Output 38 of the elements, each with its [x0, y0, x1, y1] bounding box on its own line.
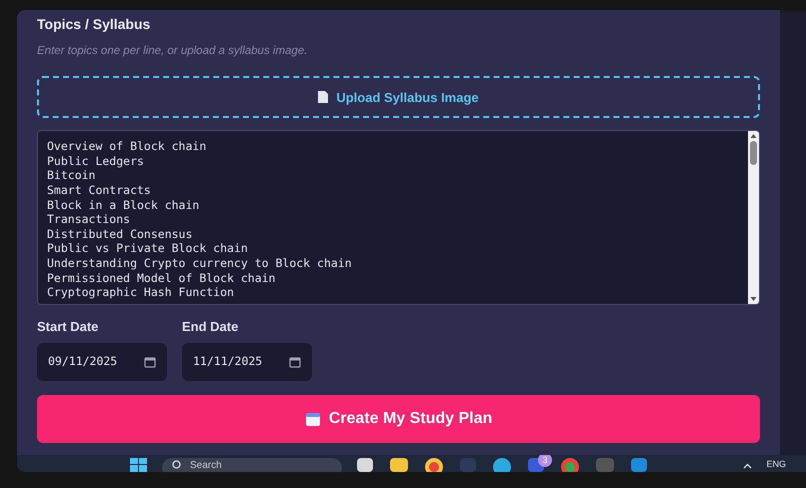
- date-label: Start Date: [37, 318, 100, 336]
- topic-line: Bitcoin: [47, 168, 96, 184]
- scroll-thumb[interactable]: [750, 141, 757, 166]
- create-plan-button[interactable]: Create My Study Plan: [37, 394, 760, 443]
- upload-button[interactable]: Upload Syllabus Image: [37, 76, 760, 118]
- language-indicator[interactable]: ENG: [766, 458, 786, 470]
- windows-logo-icon[interactable]: [130, 458, 148, 472]
- document-icon: [318, 91, 328, 104]
- scrollbar[interactable]: [748, 131, 759, 304]
- topics-field[interactable]: [37, 130, 760, 306]
- topic-line: Cryptographic Hash Function: [47, 285, 235, 300]
- date-label: End Date: [182, 318, 240, 336]
- topic-line: Understanding Crypto currency to Block chain: [47, 256, 353, 271]
- section-title: Topics / Syllabus: [37, 15, 152, 34]
- topic-line: Smart Contracts: [47, 183, 152, 198]
- topic-line: Overview of Block chain: [47, 139, 208, 154]
- date-value: 09/11/2025: [48, 353, 118, 370]
- folder-icon[interactable]: [390, 458, 408, 472]
- topic-line: Permissioned Model of Block chain: [47, 270, 276, 286]
- browser-icon[interactable]: [561, 458, 579, 472]
- calendar-icon[interactable]: [289, 356, 301, 368]
- date-field[interactable]: 11/11/2025: [182, 342, 312, 381]
- topic-line: Block in a Block chain: [47, 198, 200, 212]
- date-value: 11/11/2025: [193, 353, 262, 370]
- chevron-up-icon[interactable]: [743, 463, 752, 469]
- browser-icon[interactable]: [425, 458, 443, 472]
- search-icon: [172, 460, 182, 470]
- topic-line: Transactions: [47, 212, 132, 227]
- calendar-icon: [304, 410, 321, 427]
- search-field[interactable]: Search: [162, 458, 342, 472]
- notification-badge: 3: [538, 455, 552, 467]
- topic-line: Distributed Consensus: [47, 226, 194, 242]
- topic-line: Public vs Private Block chain: [47, 241, 249, 256]
- hint-text: Enter topics one per line, or upload a syllabus image.: [37, 44, 308, 59]
- search-placeholder: Search: [190, 460, 222, 472]
- topic-line: Public Ledgers: [47, 154, 145, 168]
- date-field[interactable]: 09/11/2025: [37, 342, 167, 381]
- calendar-icon[interactable]: [144, 356, 156, 368]
